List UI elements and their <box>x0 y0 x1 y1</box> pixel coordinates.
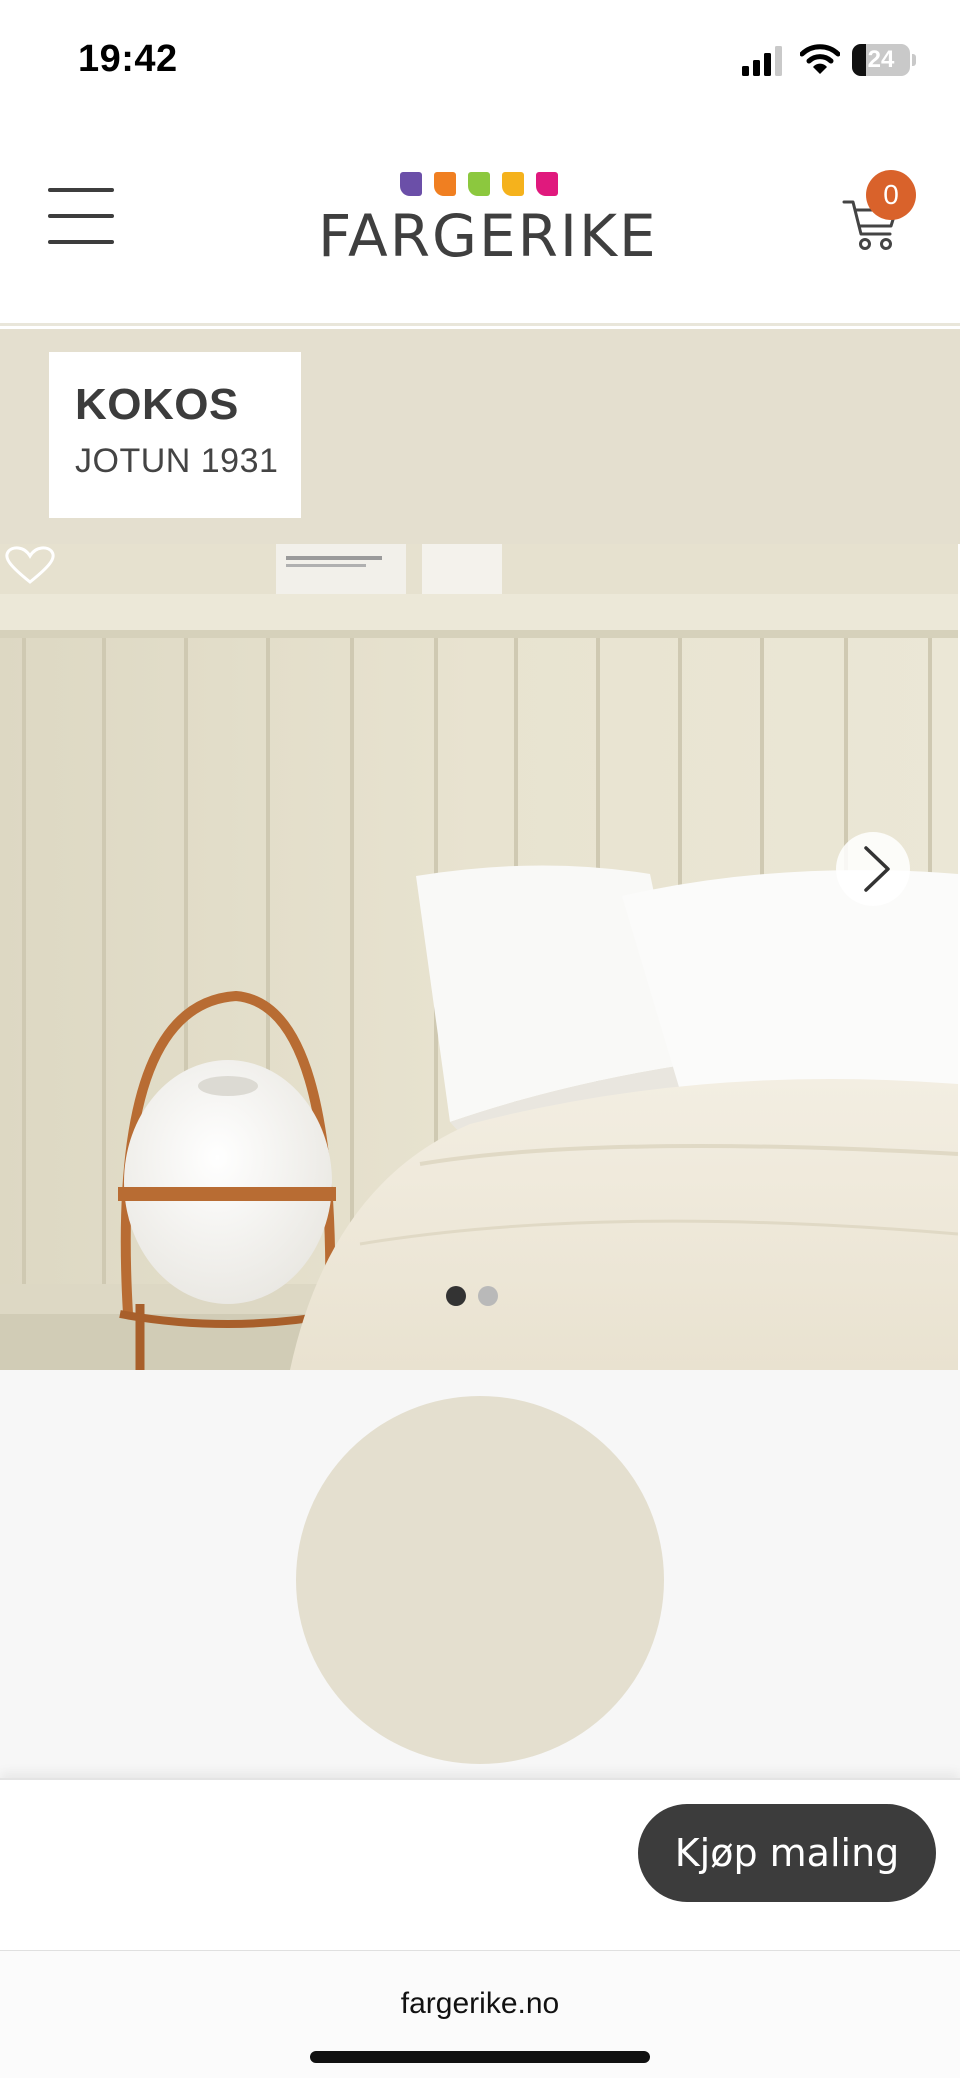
color-header-band: KOKOS JOTUN 1931 <box>0 329 960 544</box>
carousel-dot-1[interactable] <box>446 1286 466 1306</box>
battery-level: 24 <box>867 46 895 73</box>
site-header: FARGERIKE 0 <box>0 120 960 326</box>
color-swatch-section <box>0 1370 960 1778</box>
logo-flag <box>400 172 422 196</box>
color-swatch <box>296 1396 664 1764</box>
buy-paint-button[interactable]: Kjøp maling <box>638 1804 936 1902</box>
color-code: JOTUN 1931 <box>75 442 279 480</box>
logo-color-flags <box>400 172 560 198</box>
logo-flag <box>536 172 558 196</box>
carousel-next-button[interactable] <box>836 832 910 906</box>
status-bar: 19:42 24 <box>0 0 960 120</box>
logo-flag <box>434 172 456 196</box>
color-title-card: KOKOS JOTUN 1931 <box>49 352 301 518</box>
battery-icon: 24 <box>852 44 910 76</box>
signal-icon <box>742 46 782 76</box>
heart-icon[interactable] <box>0 544 60 584</box>
buy-bar: Kjøp maling <box>0 1778 960 1950</box>
logo-flag <box>468 172 490 196</box>
color-name: KOKOS <box>75 380 239 429</box>
room-photo-carousel[interactable] <box>0 544 958 1370</box>
chevron-right-icon <box>864 846 890 892</box>
home-indicator[interactable] <box>310 2051 650 2063</box>
browser-address-bar: fargerike.no <box>0 1950 960 2078</box>
status-time: 19:42 <box>78 38 178 80</box>
logo-flag <box>502 172 524 196</box>
wifi-icon <box>800 44 840 74</box>
menu-button[interactable] <box>48 188 114 244</box>
room-photo <box>0 544 958 1370</box>
fargerike-logo[interactable]: FARGERIKE <box>318 172 658 284</box>
browser-url[interactable]: fargerike.no <box>0 1987 960 2021</box>
carousel-pagination <box>446 1286 502 1308</box>
menu-icon <box>48 188 114 192</box>
carousel-dot-2[interactable] <box>478 1286 498 1306</box>
logo-text: FARGERIKE <box>318 202 658 270</box>
cart-count-badge[interactable]: 0 <box>866 170 916 220</box>
